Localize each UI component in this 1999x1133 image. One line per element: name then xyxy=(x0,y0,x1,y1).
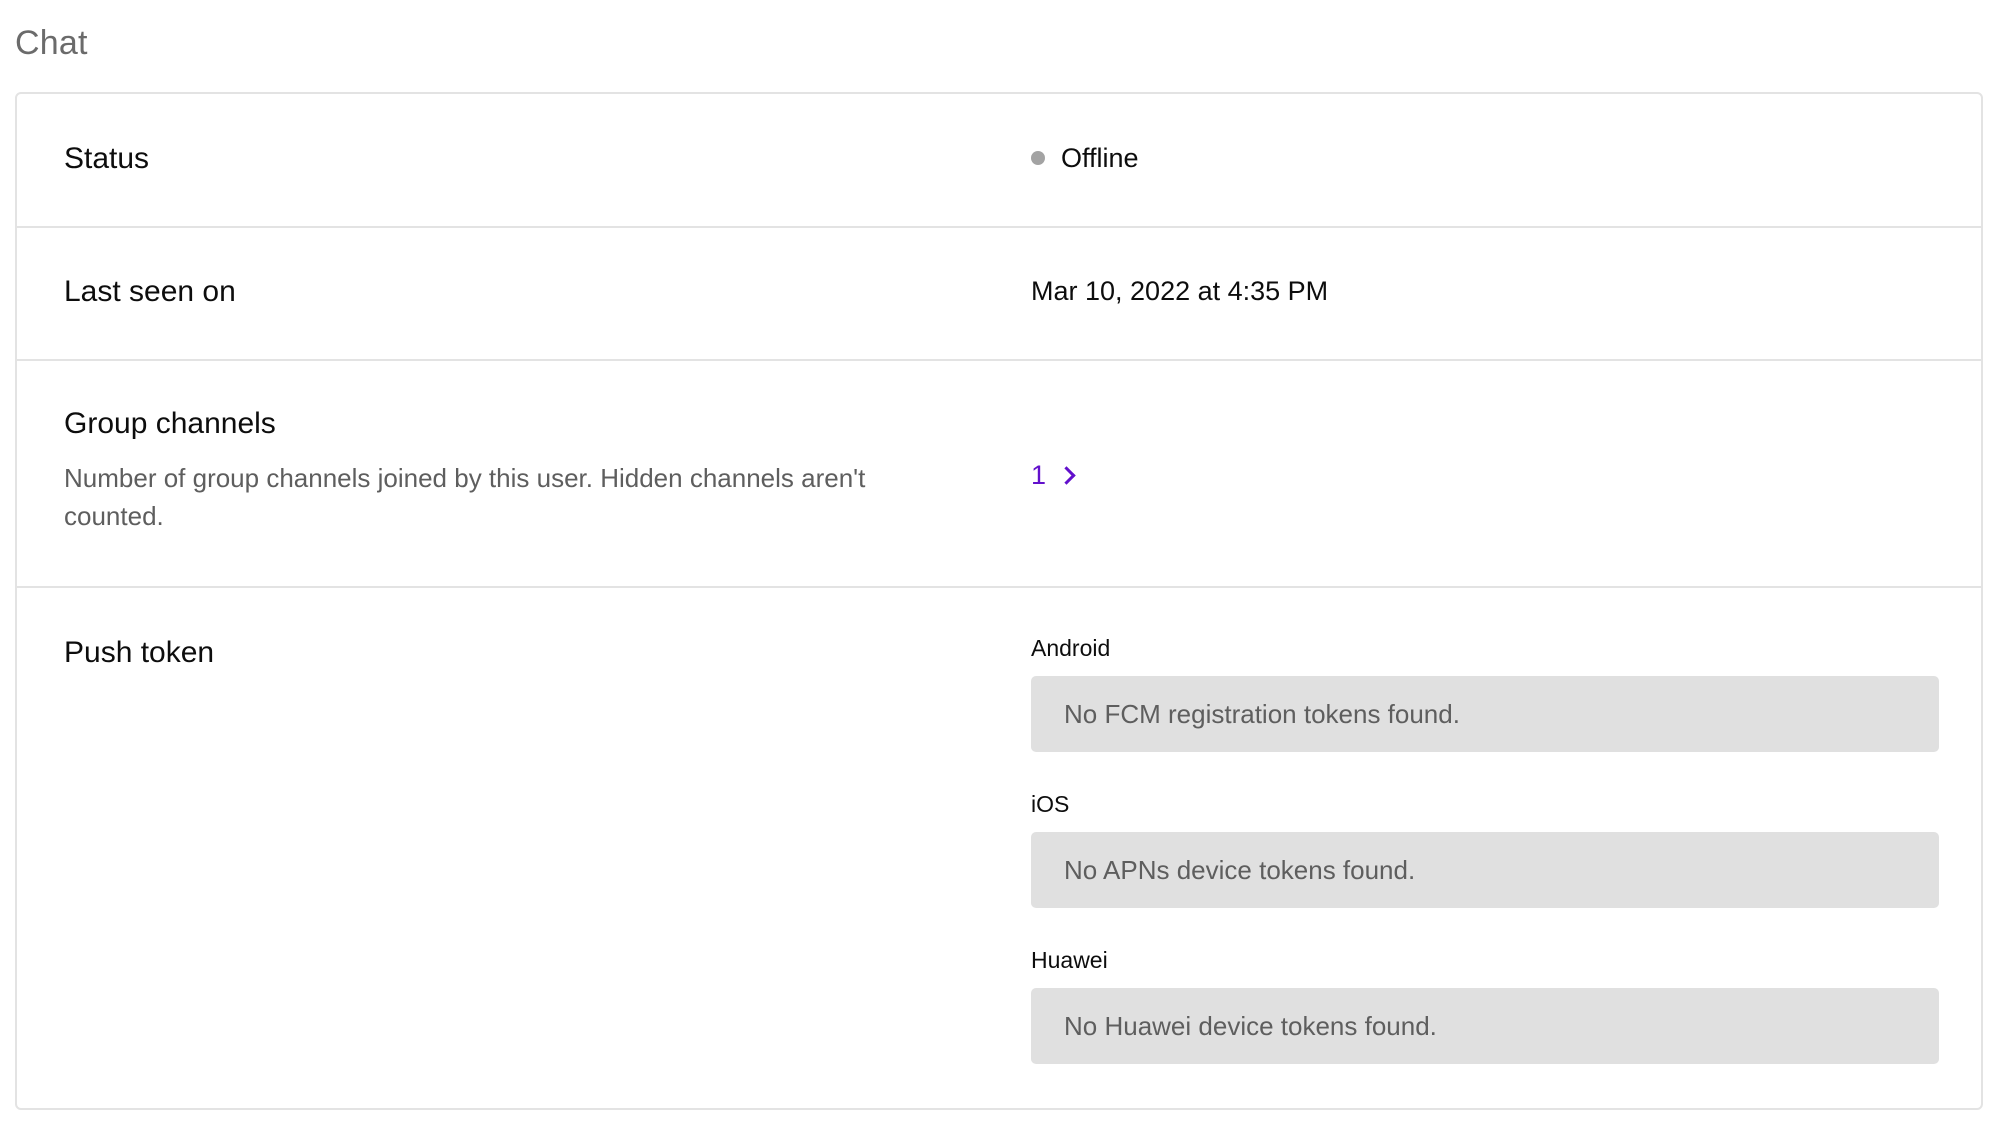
status-value: Offline xyxy=(1031,143,1139,174)
chevron-right-icon xyxy=(1057,466,1076,485)
chat-details-card: Status Offline Last seen on Mar 10, 2022… xyxy=(15,92,1983,1110)
last-seen-label: Last seen on xyxy=(64,275,236,308)
status-text: Offline xyxy=(1061,143,1139,173)
group-channels-row: Group channels Number of group channels … xyxy=(17,361,1981,588)
android-token-label: Android xyxy=(1031,635,1111,661)
status-label: Status xyxy=(64,142,150,175)
ios-token-group: iOS No APNs device tokens found. xyxy=(1031,790,1939,908)
status-dot-icon xyxy=(1031,150,1045,165)
huawei-token-field: No Huawei device tokens found. xyxy=(1031,988,1939,1064)
last-seen-value: Mar 10, 2022 at 4:35 PM xyxy=(1031,276,1329,306)
group-channels-description: Number of group channels joined by this … xyxy=(64,463,866,531)
group-channels-count-link[interactable]: 1 xyxy=(1031,460,1076,491)
android-token-group: Android No FCM registration tokens found… xyxy=(1031,634,1939,752)
group-channels-label: Group channels xyxy=(64,407,276,440)
last-seen-row: Last seen on Mar 10, 2022 at 4:35 PM xyxy=(17,228,1981,361)
ios-token-label: iOS xyxy=(1031,791,1070,817)
android-token-field: No FCM registration tokens found. xyxy=(1031,676,1939,752)
huawei-token-group: Huawei No Huawei device tokens found. xyxy=(1031,946,1939,1064)
ios-token-field: No APNs device tokens found. xyxy=(1031,832,1939,908)
group-channels-count: 1 xyxy=(1031,460,1047,490)
status-row: Status Offline xyxy=(17,94,1981,228)
push-token-label: Push token xyxy=(64,636,215,669)
push-token-row: Push token Android No FCM registration t… xyxy=(17,588,1981,1108)
section-title: Chat xyxy=(15,24,88,62)
huawei-token-label: Huawei xyxy=(1031,947,1108,973)
